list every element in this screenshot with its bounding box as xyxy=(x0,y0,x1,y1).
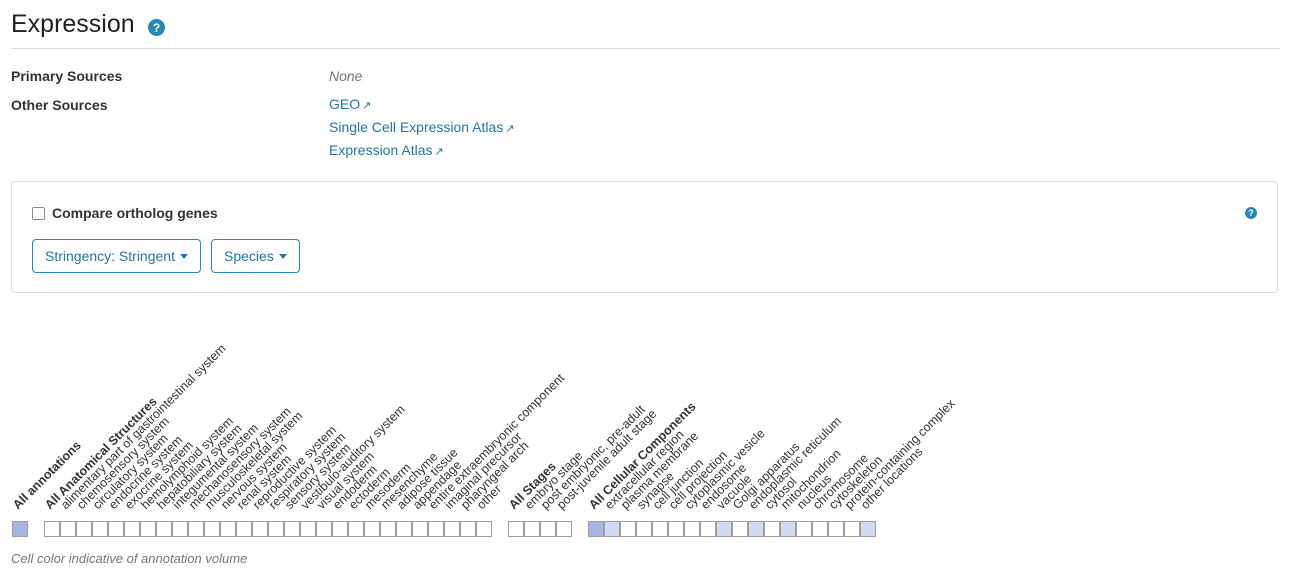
ribbon-cell[interactable] xyxy=(268,521,284,537)
ribbon-cell[interactable] xyxy=(140,521,156,537)
ribbon-cell[interactable] xyxy=(156,521,172,537)
ribbon-cell[interactable] xyxy=(620,521,636,537)
ribbon-cell[interactable] xyxy=(796,521,812,537)
external-link-icon: ↗ xyxy=(505,123,515,135)
compare-ortholog-genes-option[interactable]: Compare ortholog genes xyxy=(32,205,218,221)
ribbon-cell[interactable] xyxy=(316,521,332,537)
ribbon-cell[interactable] xyxy=(828,521,844,537)
ribbon-cell[interactable] xyxy=(60,521,76,537)
ribbon-cell[interactable] xyxy=(172,521,188,537)
geo-link[interactable]: GEO ↗ xyxy=(329,94,515,117)
ribbon-cell[interactable] xyxy=(556,521,572,537)
ribbon-cell[interactable] xyxy=(844,521,860,537)
ribbon-cell[interactable] xyxy=(668,521,684,537)
ribbon-cell[interactable] xyxy=(364,521,380,537)
species-dropdown-label: Species xyxy=(224,248,274,264)
ribbon-cell[interactable] xyxy=(220,521,236,537)
ribbon-cell[interactable] xyxy=(460,521,476,537)
ribbon-cell[interactable] xyxy=(524,521,540,537)
primary-sources-label: Primary Sources xyxy=(11,68,123,84)
ribbon-cell[interactable] xyxy=(764,521,780,537)
ribbon-cell[interactable] xyxy=(412,521,428,537)
help-icon[interactable]: ? xyxy=(148,19,165,36)
ribbon-cell[interactable] xyxy=(716,521,732,537)
external-link-icon: ↗ xyxy=(434,146,444,158)
ribbon-cell[interactable] xyxy=(444,521,460,537)
ribbon-cell[interactable] xyxy=(92,521,108,537)
ribbon-cell[interactable] xyxy=(124,521,140,537)
ribbon-cell[interactable] xyxy=(700,521,716,537)
ribbon-cell[interactable] xyxy=(540,521,556,537)
other-sources-label: Other Sources xyxy=(11,97,108,113)
ribbon-cell[interactable] xyxy=(380,521,396,537)
external-link-icon: ↗ xyxy=(362,100,372,112)
ribbon-cell[interactable] xyxy=(636,521,652,537)
expression-ribbon: All annotations All Anatomical Structures… xyxy=(0,330,1303,540)
ribbon-cell[interactable] xyxy=(332,521,348,537)
species-dropdown-button[interactable]: Species xyxy=(211,239,300,273)
ribbon-cell[interactable] xyxy=(508,521,524,537)
ribbon-cell[interactable] xyxy=(652,521,668,537)
ribbon-cell[interactable] xyxy=(780,521,796,537)
compare-ortholog-label: Compare ortholog genes xyxy=(52,205,218,221)
expression-atlas-link[interactable]: Expression Atlas ↗ xyxy=(329,140,515,163)
ribbon-cell[interactable] xyxy=(76,521,92,537)
ribbon-cell[interactable] xyxy=(684,521,700,537)
compare-ortholog-checkbox[interactable] xyxy=(32,206,45,220)
stringency-dropdown-button[interactable]: Stringency: Stringent xyxy=(32,239,201,273)
caret-down-icon xyxy=(179,253,188,259)
other-sources-list: GEO ↗ Single Cell Expression Atlas ↗ Expre… xyxy=(329,94,515,163)
ribbon-cell[interactable] xyxy=(44,521,60,537)
ribbon-cell[interactable] xyxy=(588,521,604,537)
ribbon-cell[interactable] xyxy=(236,521,252,537)
geo-link-label: GEO xyxy=(329,96,361,112)
ribbon-cell[interactable] xyxy=(188,521,204,537)
caret-down-icon xyxy=(278,253,287,259)
stringency-dropdown-label: Stringency: Stringent xyxy=(45,248,175,264)
ribbon-cell[interactable] xyxy=(428,521,444,537)
ribbon-cell[interactable] xyxy=(12,521,28,537)
help-icon[interactable]: ? xyxy=(1245,207,1257,219)
ribbon-cell[interactable] xyxy=(860,521,876,537)
expression-atlas-link-label: Expression Atlas xyxy=(329,142,433,158)
single-cell-expression-atlas-link-label: Single Cell Expression Atlas xyxy=(329,119,504,135)
ribbon-cell[interactable] xyxy=(812,521,828,537)
ribbon-cell[interactable] xyxy=(748,521,764,537)
ribbon-cell[interactable] xyxy=(604,521,620,537)
section-title: Expression xyxy=(11,10,135,38)
ribbon-caption: Cell color indicative of annotation volu… xyxy=(11,551,248,566)
ribbon-cell[interactable] xyxy=(108,521,124,537)
primary-sources-value: None xyxy=(329,68,363,84)
ortholog-controls-panel: Compare ortholog genes ? Stringency: Str… xyxy=(11,181,1278,293)
ribbon-cell[interactable] xyxy=(348,521,364,537)
ribbon-cell[interactable] xyxy=(732,521,748,537)
ribbon-cell[interactable] xyxy=(252,521,268,537)
ribbon-cell[interactable] xyxy=(396,521,412,537)
single-cell-expression-atlas-link[interactable]: Single Cell Expression Atlas ↗ xyxy=(329,117,515,140)
ribbon-cell[interactable] xyxy=(284,521,300,537)
ribbon-cell[interactable] xyxy=(204,521,220,537)
ribbon-cell[interactable] xyxy=(300,521,316,537)
ribbon-cell[interactable] xyxy=(476,521,492,537)
title-divider xyxy=(11,48,1280,49)
